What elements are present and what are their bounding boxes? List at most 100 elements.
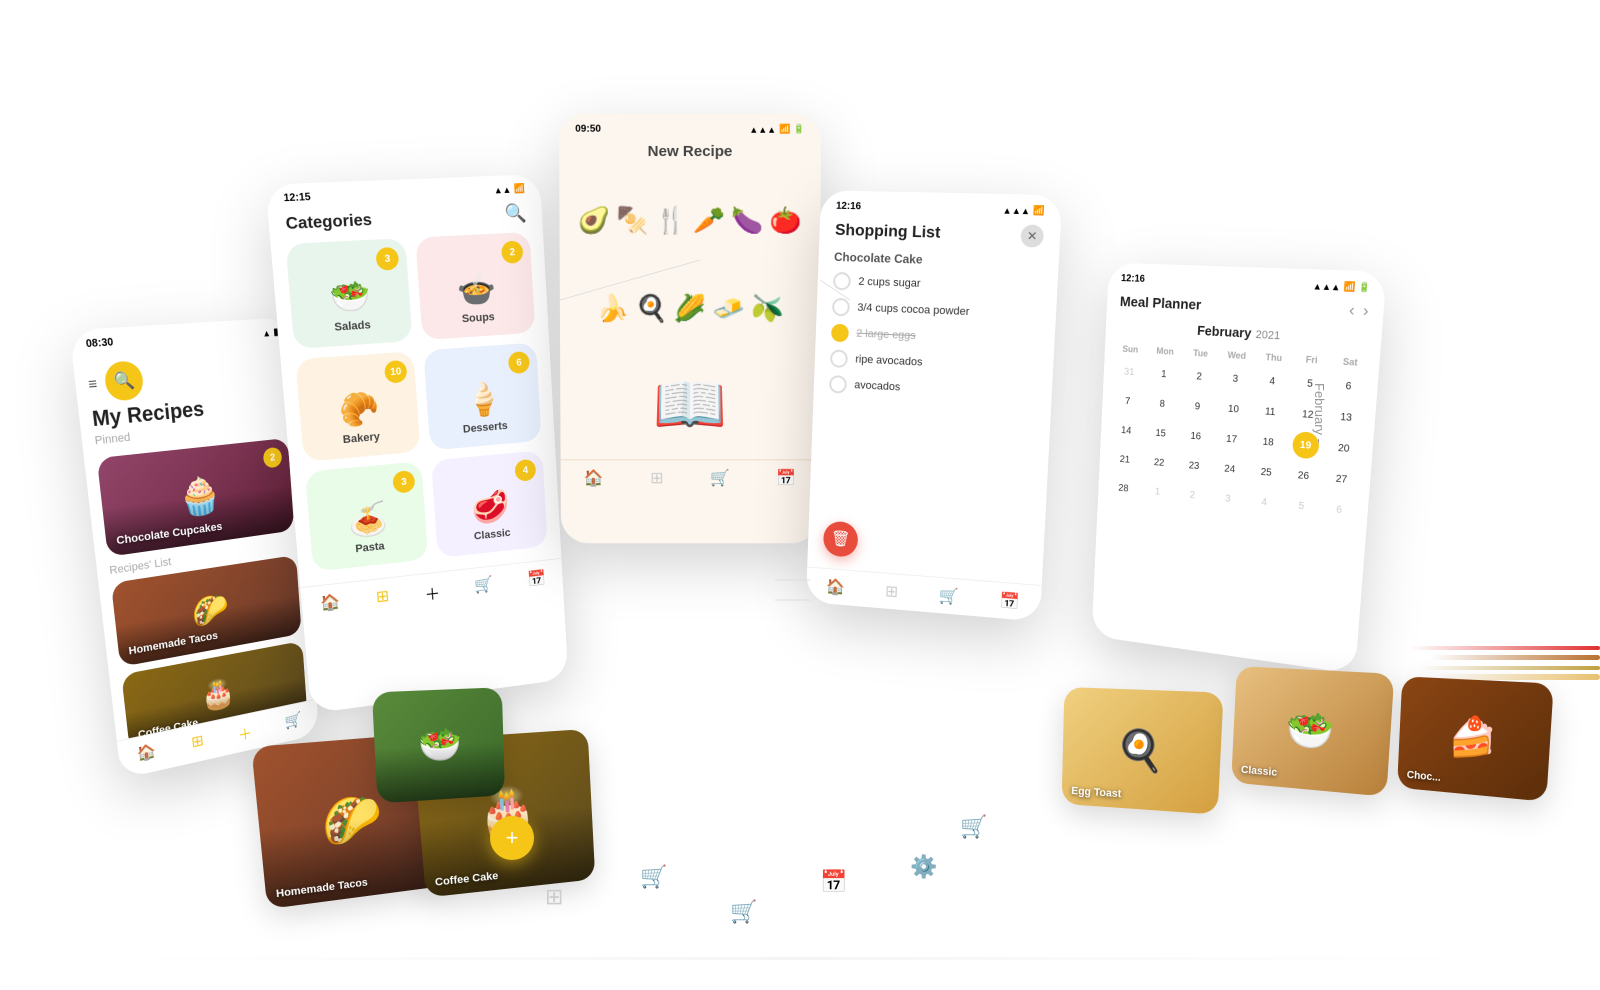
cal-prev[interactable]: ‹ xyxy=(1348,301,1355,320)
shopping-item-5[interactable]: avocados xyxy=(829,375,1036,403)
shopping-item-3[interactable]: 2 large eggs xyxy=(831,324,1039,351)
cal-day-20[interactable]: 20 xyxy=(1329,434,1358,463)
category-bakery[interactable]: 10 🥐 Bakery xyxy=(295,351,420,462)
shopping-item-2[interactable]: 3/4 cups cocoa powder xyxy=(832,298,1040,324)
check-5[interactable] xyxy=(829,375,847,394)
item-text-5: avocados xyxy=(854,379,900,393)
cal-day-m2[interactable]: 2 xyxy=(1179,481,1205,509)
status-icons-newrecipe: ▲▲▲ 📶 🔋 xyxy=(749,124,805,135)
cal-day-25[interactable]: 25 xyxy=(1253,458,1280,486)
cal-day-14[interactable]: 14 xyxy=(1114,417,1139,444)
shopping-item-4[interactable]: ripe avocados xyxy=(830,349,1037,377)
cal-day-m3[interactable]: 3 xyxy=(1215,485,1242,513)
sl-nav-home[interactable]: 🏠 xyxy=(826,577,846,598)
nav-icon-calendar[interactable]: 📅 xyxy=(820,869,847,895)
signal-sl: ▲▲▲ xyxy=(1002,205,1030,216)
cal-next[interactable]: › xyxy=(1362,302,1369,321)
cat-nav-home[interactable]: 🏠 xyxy=(319,592,341,618)
nav-icon-shopping[interactable]: 🛒 xyxy=(640,864,667,890)
delete-button[interactable]: 🗑 xyxy=(823,520,859,557)
cal-day-16[interactable]: 16 xyxy=(1183,422,1209,450)
calendar-year: 2021 xyxy=(1255,329,1280,343)
classic-badge: 4 xyxy=(514,459,536,482)
category-salads[interactable]: 3 🥗 Salads xyxy=(285,238,412,349)
filter-icon[interactable]: ≡ xyxy=(87,374,98,392)
cal-day-15[interactable]: 15 xyxy=(1148,420,1174,447)
cal-day-2[interactable]: 2 xyxy=(1186,363,1212,391)
cal-day-9[interactable]: 9 xyxy=(1184,393,1210,421)
salads-badge: 3 xyxy=(375,247,399,271)
nav-categories[interactable]: ⊞ xyxy=(190,731,204,755)
cat-nav-add[interactable]: ＋ xyxy=(424,580,441,605)
butter-icon: 🧈 xyxy=(712,292,745,323)
cal-day-m1[interactable]: 1 xyxy=(1145,478,1170,505)
nav-add[interactable]: ＋ xyxy=(237,721,253,746)
check-3[interactable] xyxy=(831,324,849,343)
nr-nav-shopping[interactable]: 🛒 xyxy=(710,468,730,488)
cal-day-17[interactable]: 17 xyxy=(1218,425,1245,453)
meal-photo-egg-toast[interactable]: 🍳 Egg Toast xyxy=(1062,687,1224,815)
day-header-tue: Tue xyxy=(1183,345,1218,361)
cal-day-13[interactable]: 13 xyxy=(1332,403,1361,432)
cat-nav-categories[interactable]: ⊞ xyxy=(375,586,390,611)
category-soups[interactable]: 2 🍲 Soups xyxy=(415,232,535,340)
nav-icon-shopping3[interactable]: 🛒 xyxy=(960,814,987,840)
nr-nav-home[interactable]: 🏠 xyxy=(584,468,604,488)
categories-title: Categories xyxy=(285,211,373,234)
sl-nav-shopping[interactable]: 🛒 xyxy=(938,586,959,607)
close-button-shopping[interactable]: ✕ xyxy=(1020,224,1044,247)
shopping-item-1[interactable]: 2 cups sugar xyxy=(833,272,1041,297)
cal-day-3[interactable]: 3 xyxy=(1222,365,1249,393)
cal-day-1[interactable]: 1 xyxy=(1151,360,1177,387)
cal-day-28[interactable]: 28 xyxy=(1111,475,1136,502)
category-desserts[interactable]: 6 🍦 Desserts xyxy=(423,342,541,450)
check-2[interactable] xyxy=(832,298,850,317)
nr-nav-categories[interactable]: ⊞ xyxy=(650,468,663,488)
cal-day-24[interactable]: 24 xyxy=(1216,455,1243,483)
recipe-card-cupcakes[interactable]: 🧁 2 Chocolate Cupcakes xyxy=(97,438,295,557)
check-4[interactable] xyxy=(830,349,848,368)
wifi-icon-cat: 📶 xyxy=(514,183,526,195)
nav-icon-fork[interactable]: ⚙️ xyxy=(910,854,937,880)
nav-icon-shopping2[interactable]: 🛒 xyxy=(730,899,757,925)
meal-photo-classic[interactable]: 🥗 Classic xyxy=(1231,666,1394,797)
nav-shopping[interactable]: 🛒 xyxy=(284,710,303,735)
cal-day-18[interactable]: 18 xyxy=(1255,428,1282,456)
nr-nav-calendar[interactable]: 📅 xyxy=(776,468,796,488)
meal-photo-choc[interactable]: 🍰 Choc... xyxy=(1397,676,1554,801)
cal-day-26[interactable]: 26 xyxy=(1289,461,1317,490)
bottom-card-salad-small[interactable]: 🥗 xyxy=(372,687,505,803)
cal-day-6[interactable]: 6 xyxy=(1334,372,1363,401)
wifi-sl: 📶 xyxy=(1033,205,1045,217)
cal-day-m5[interactable]: 5 xyxy=(1287,492,1315,521)
cal-day-10[interactable]: 10 xyxy=(1220,395,1247,423)
cal-day-4[interactable]: 4 xyxy=(1258,367,1286,395)
sl-nav-categories[interactable]: ⊞ xyxy=(885,581,899,601)
cal-day-11[interactable]: 11 xyxy=(1257,398,1285,426)
sl-nav-calendar[interactable]: 📅 xyxy=(999,591,1020,612)
nav-icon-categories[interactable]: ⊞ xyxy=(545,884,563,910)
stripe-4 xyxy=(1410,646,1600,650)
desserts-icon: 🍦 xyxy=(463,379,504,420)
cal-day-7[interactable]: 7 xyxy=(1115,388,1140,415)
cal-day-m6[interactable]: 6 xyxy=(1325,495,1354,524)
cal-day-21[interactable]: 21 xyxy=(1112,446,1137,473)
time-newrecipe: 09:50 xyxy=(575,124,601,135)
cal-day-27[interactable]: 27 xyxy=(1327,465,1356,494)
cal-day-31[interactable]: 31 xyxy=(1117,358,1142,385)
cal-day-m4[interactable]: 4 xyxy=(1251,488,1278,516)
search-button[interactable]: 🔍 xyxy=(103,360,145,402)
olive-icon: 🫒 xyxy=(751,292,784,323)
cal-day-23[interactable]: 23 xyxy=(1181,452,1207,480)
add-recipe-button[interactable]: + xyxy=(490,816,534,860)
category-classic[interactable]: 4 🥩 Classic xyxy=(431,450,548,558)
check-1[interactable] xyxy=(833,272,851,291)
cal-day-8[interactable]: 8 xyxy=(1149,390,1175,417)
cat-nav-calendar[interactable]: 📅 xyxy=(527,568,547,593)
cal-day-22[interactable]: 22 xyxy=(1146,449,1171,476)
cat-nav-shopping[interactable]: 🛒 xyxy=(474,574,494,599)
time-shopping: 12:16 xyxy=(836,201,861,213)
search-icon-cat[interactable]: 🔍 xyxy=(504,202,527,224)
nav-home[interactable]: 🏠 xyxy=(136,741,157,767)
category-pasta[interactable]: 3 🍝 Pasta xyxy=(305,461,428,572)
